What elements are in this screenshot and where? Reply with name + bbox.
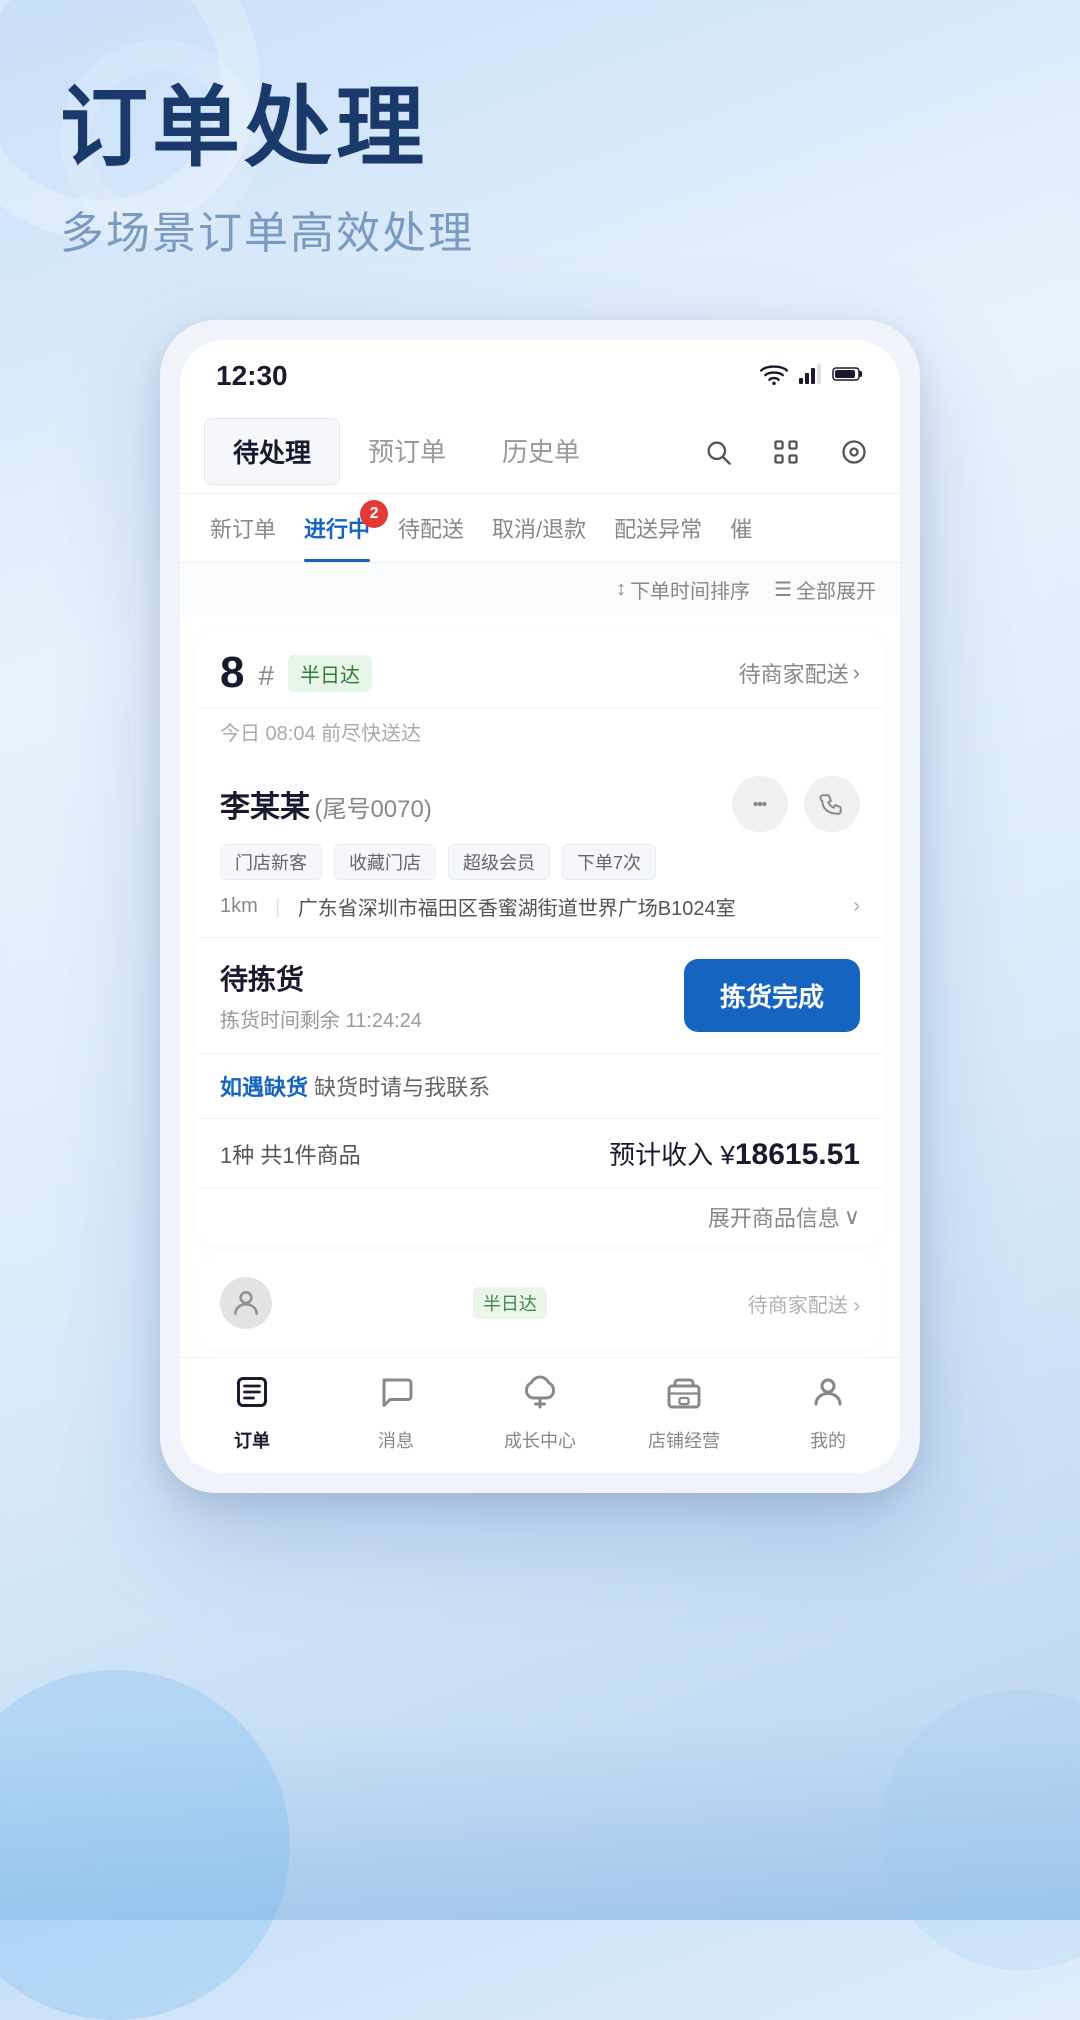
customer-distance: 1km bbox=[220, 895, 258, 918]
order-status: 待商家配送 › bbox=[739, 657, 860, 689]
sort-bar: ↕ 下单时间排序 ☰ 全部展开 bbox=[180, 563, 900, 616]
tab-history[interactable]: 历史单 bbox=[474, 418, 608, 485]
preview-avatar bbox=[220, 1277, 272, 1329]
tag-favorite-store: 收藏门店 bbox=[334, 844, 436, 880]
order-hash: # bbox=[258, 660, 274, 692]
picking-timer: 拣货时间剩余 11:24:24 bbox=[220, 1004, 422, 1033]
bottom-navigation: 订单 消息 成长中心 bbox=[180, 1357, 900, 1473]
call-button[interactable] bbox=[804, 776, 860, 832]
subtab-new-order[interactable]: 新订单 bbox=[196, 494, 290, 562]
messages-icon bbox=[378, 1374, 414, 1419]
customer-section: 李某某 (尾号0070) bbox=[196, 760, 884, 938]
customer-tags: 门店新客 收藏门店 超级会员 下单7次 bbox=[220, 844, 860, 880]
picking-complete-button[interactable]: 拣货完成 bbox=[684, 959, 860, 1032]
picking-label: 待拣货 bbox=[220, 958, 422, 998]
oos-notice: 如遇缺货 缺货时请与我联系 bbox=[196, 1054, 884, 1119]
order-income: 预计收入 ¥18615.51 bbox=[609, 1135, 860, 1172]
nav-store-management[interactable]: 店铺经营 bbox=[612, 1374, 756, 1453]
preview-status: 待商家配送 › bbox=[748, 1289, 860, 1318]
tag-super-member: 超级会员 bbox=[448, 844, 550, 880]
growth-icon bbox=[522, 1374, 558, 1419]
phone-mockup: 12:30 bbox=[160, 320, 920, 1493]
nav-profile[interactable]: 我的 bbox=[756, 1374, 900, 1453]
order-header: 8 # 半日达 待商家配送 › bbox=[196, 628, 884, 709]
nav-orders[interactable]: 订单 bbox=[180, 1374, 324, 1453]
customer-action-buttons bbox=[732, 776, 860, 832]
signal-icon bbox=[798, 363, 822, 390]
oos-text: 缺货时请与我联系 bbox=[314, 1075, 490, 1100]
profile-icon bbox=[810, 1374, 846, 1419]
order-item-count: 1种 共1件商品 bbox=[220, 1138, 361, 1170]
message-button[interactable] bbox=[732, 776, 788, 832]
store-icon bbox=[666, 1374, 702, 1419]
page-subtitle: 多场景订单高效处理 bbox=[60, 197, 1020, 261]
customer-address: 广东省深圳市福田区香蜜湖街道世界广场B1024室 bbox=[298, 892, 844, 921]
customer-name-row: 李某某 (尾号0070) bbox=[220, 782, 432, 826]
subtab-delivery-exception[interactable]: 配送异常 bbox=[600, 494, 716, 562]
expand-items-button[interactable]: 展开商品信息 ∨ bbox=[196, 1189, 884, 1245]
status-time: 12:30 bbox=[216, 360, 288, 392]
tab-reservation[interactable]: 预订单 bbox=[340, 418, 474, 485]
nav-growth-label: 成长中心 bbox=[504, 1427, 576, 1453]
expand-all-button[interactable]: ☰ 全部展开 bbox=[774, 575, 876, 604]
subtab-awaiting-delivery[interactable]: 待配送 bbox=[384, 494, 478, 562]
tag-order-count: 下单7次 bbox=[562, 844, 656, 880]
customer-id: (尾号0070) bbox=[314, 796, 431, 823]
subtab-urge[interactable]: 催 bbox=[716, 494, 766, 562]
wifi-icon bbox=[760, 363, 788, 390]
nav-messages-label: 消息 bbox=[378, 1427, 414, 1453]
tag-new-customer: 门店新客 bbox=[220, 844, 322, 880]
nav-growth[interactable]: 成长中心 bbox=[468, 1374, 612, 1453]
address-arrow-icon: › bbox=[853, 895, 860, 918]
settings-icon[interactable] bbox=[832, 430, 876, 474]
time-sort-button[interactable]: ↕ 下单时间排序 bbox=[616, 575, 750, 604]
customer-address-row[interactable]: 1km ｜ 广东省深圳市福田区香蜜湖街道世界广场B1024室 › bbox=[220, 892, 860, 921]
nav-orders-label: 订单 bbox=[234, 1427, 270, 1453]
preview-tag: 半日达 bbox=[473, 1287, 547, 1319]
bottom-decoration bbox=[0, 1720, 1080, 1920]
nav-messages[interactable]: 消息 bbox=[324, 1374, 468, 1453]
order-number: 8 bbox=[220, 648, 244, 698]
top-tabs: 待处理 预订单 历史单 bbox=[180, 402, 900, 494]
scan-icon[interactable] bbox=[764, 430, 808, 474]
picking-info: 待拣货 拣货时间剩余 11:24:24 bbox=[220, 958, 422, 1033]
chevron-down-icon: ∨ bbox=[844, 1204, 860, 1230]
subtab-cancel-refund[interactable]: 取消/退款 bbox=[478, 494, 600, 562]
search-icon[interactable] bbox=[696, 430, 740, 474]
nav-profile-label: 我的 bbox=[810, 1427, 846, 1453]
order-number-section: 8 # 半日达 bbox=[220, 648, 372, 698]
status-icons bbox=[760, 363, 864, 390]
nav-store-label: 店铺经营 bbox=[648, 1427, 720, 1453]
second-order-card-preview[interactable]: 半日达 待商家配送 › bbox=[196, 1257, 884, 1349]
tab-pending[interactable]: 待处理 bbox=[204, 418, 340, 485]
picking-section: 待拣货 拣货时间剩余 11:24:24 拣货完成 bbox=[196, 938, 884, 1054]
sub-tabs: 新订单 进行中 2 待配送 取消/退款 配送异常 催 bbox=[180, 494, 900, 563]
order-delivery-time: 今日 08:04 前尽快送达 bbox=[196, 709, 884, 760]
page-title: 订单处理 bbox=[60, 80, 1020, 177]
oos-link[interactable]: 如遇缺货 bbox=[220, 1075, 308, 1100]
half-day-badge: 半日达 bbox=[288, 655, 372, 692]
subtab-in-progress[interactable]: 进行中 2 bbox=[290, 494, 384, 562]
order-summary-row: 1种 共1件商品 预计收入 ¥18615.51 bbox=[196, 1119, 884, 1189]
status-bar: 12:30 bbox=[180, 340, 900, 402]
order-card: 8 # 半日达 待商家配送 › 今日 08:04 前尽快送达 李某某 (尾号00… bbox=[196, 628, 884, 1245]
orders-icon bbox=[234, 1374, 270, 1419]
battery-icon bbox=[832, 365, 864, 388]
customer-name: 李某某 bbox=[220, 791, 310, 824]
